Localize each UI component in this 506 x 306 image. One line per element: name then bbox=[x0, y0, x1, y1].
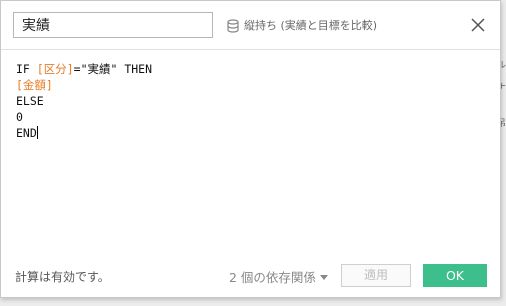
formula-line-3: ELSE bbox=[16, 93, 486, 109]
formula-line-1: IF [区分]="実績" THEN bbox=[16, 61, 486, 77]
formula-line-5: END bbox=[16, 125, 486, 141]
close-icon[interactable] bbox=[467, 14, 489, 36]
calculation-editor-dialog: 縦持ち (実績と目標を比較) IF [区分]="実績" THEN[金額]ELSE… bbox=[0, 0, 501, 298]
text-cursor bbox=[36, 126, 38, 139]
datasource-label: 縦持ち (実績と目標を比較) bbox=[244, 19, 378, 32]
database-icon bbox=[227, 19, 239, 33]
apply-button[interactable]: 適用 bbox=[341, 264, 411, 287]
formula-editor[interactable]: IF [区分]="実績" THEN [金額] ELSE 0 END bbox=[16, 61, 486, 251]
dependencies-label: 2 個の依存関係 bbox=[229, 270, 316, 285]
formula-text: ="実績" THEN bbox=[73, 62, 153, 76]
validation-status: 計算は有効です。 bbox=[15, 270, 110, 284]
dialog-header: 縦持ち (実績と目標を比較) bbox=[1, 1, 500, 50]
formula-field-ref: [金額] bbox=[16, 78, 53, 92]
formula-field-ref: [区分] bbox=[36, 62, 74, 76]
formula-line-2: [金額] bbox=[16, 77, 486, 93]
formula-keyword: ELSE bbox=[16, 94, 44, 108]
formula-line-4: 0 bbox=[16, 109, 486, 125]
dependencies-dropdown[interactable]: 2 個の依存関係 bbox=[229, 267, 328, 286]
formula-keyword: END bbox=[16, 126, 37, 140]
calculation-name-input[interactable] bbox=[13, 12, 213, 38]
formula-keyword: IF bbox=[16, 62, 37, 76]
formula-text: 0 bbox=[16, 110, 23, 124]
chevron-down-icon bbox=[319, 275, 328, 280]
ok-button[interactable]: OK bbox=[423, 264, 487, 287]
